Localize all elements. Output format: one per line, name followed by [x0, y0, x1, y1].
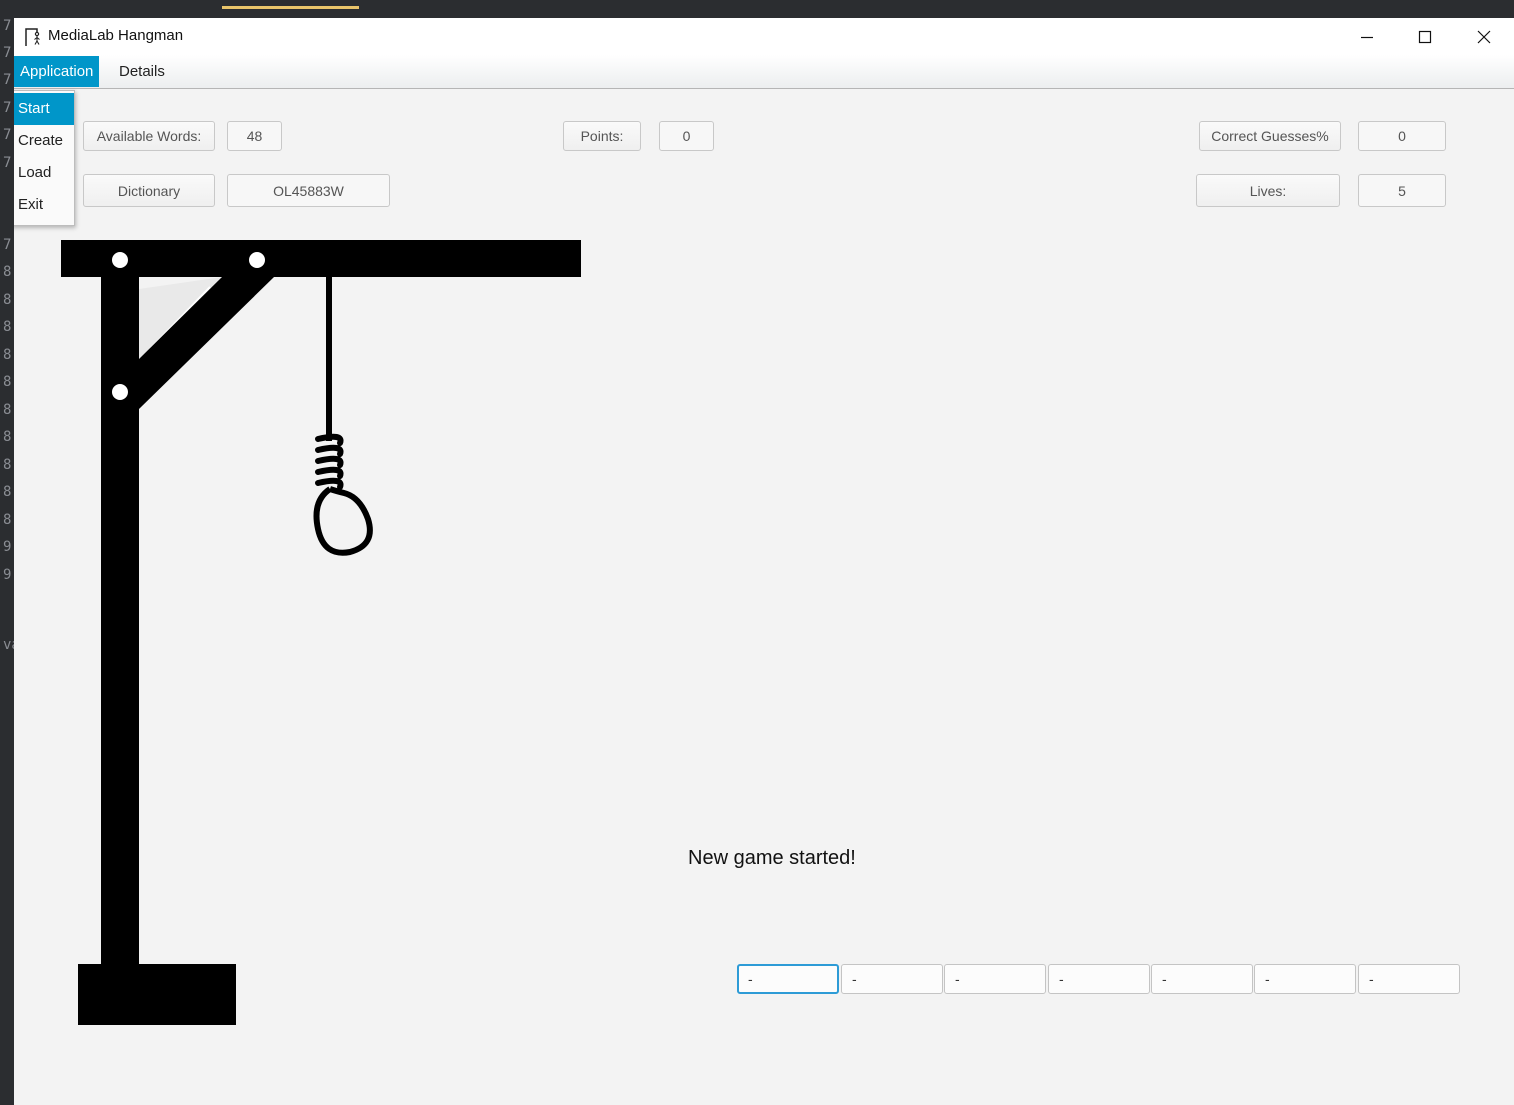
gutter-number: 8 [3, 512, 12, 528]
game-status-message: New game started! [688, 847, 856, 869]
gutter-number: 8 [3, 429, 12, 445]
gutter-number: 8 [3, 402, 12, 418]
hangman-icon [25, 28, 40, 46]
points-label: Points: [563, 121, 641, 151]
points-value: 0 [659, 121, 714, 151]
gutter-number: 8 [3, 319, 12, 335]
gallows-top-beam [61, 240, 581, 277]
gutter-number: 7 [3, 127, 12, 143]
gutter-number: 8 [3, 457, 12, 473]
dictionary-value: OL45883W [227, 174, 390, 207]
ide-background-tabbar [0, 0, 1514, 18]
noose-loop [313, 486, 373, 556]
gutter-number: 9 [3, 567, 12, 583]
application-menu-dropdown: Start Create Load Exit [14, 90, 75, 226]
menu-item-load[interactable]: Load [14, 157, 74, 189]
lives-value: 5 [1358, 174, 1446, 207]
close-button[interactable] [1455, 18, 1513, 55]
gallows-bolt [112, 384, 128, 400]
gutter-number: 9 [3, 539, 12, 555]
gutter-number: 8 [3, 484, 12, 500]
word-letter-slot[interactable]: - [737, 964, 839, 994]
ide-active-tab-indicator [222, 6, 359, 9]
maximize-button[interactable] [1396, 18, 1454, 55]
gutter-number: 7 [3, 72, 12, 88]
correct-guesses-value: 0 [1358, 121, 1446, 151]
menu-item-exit[interactable]: Exit [14, 189, 74, 221]
available-words-value: 48 [227, 121, 282, 151]
title-bar[interactable]: MediaLab Hangman [14, 18, 1514, 55]
ide-line-gutter: 7 7 7 7 7 7 7 8 8 8 8 8 8 8 8 8 8 9 9 va [0, 18, 20, 1105]
gallows-base [78, 964, 236, 1025]
minimize-button[interactable] [1338, 18, 1396, 55]
word-letter-slot[interactable]: - [1048, 964, 1150, 994]
gallows-bolt [249, 252, 265, 268]
lives-label: Lives: [1196, 174, 1340, 207]
correct-guesses-label: Correct Guesses% [1199, 121, 1341, 151]
gutter-number: 7 [3, 155, 12, 171]
gutter-number: 7 [3, 100, 12, 116]
noose-coil [315, 433, 344, 490]
gutter-number: 7 [3, 18, 12, 34]
word-letter-slot[interactable]: - [944, 964, 1046, 994]
gutter-number: 8 [3, 374, 12, 390]
hangman-window: MediaLab Hangman Application Details Sta… [14, 18, 1514, 1105]
gutter-number: 8 [3, 347, 12, 363]
dictionary-label: Dictionary [83, 174, 215, 207]
word-letter-slot[interactable]: - [1151, 964, 1253, 994]
minimize-icon [1361, 36, 1373, 38]
word-letter-slot[interactable]: - [841, 964, 943, 994]
close-icon [1477, 30, 1491, 43]
gallows-post [101, 277, 139, 965]
available-words-label: Available Words: [83, 121, 215, 151]
maximize-icon [1418, 30, 1432, 43]
menu-application[interactable]: Application [14, 56, 100, 87]
word-letter-slot[interactable]: - [1358, 964, 1460, 994]
menu-item-start[interactable]: Start [14, 93, 74, 125]
gallows-bolt [112, 252, 128, 268]
word-letter-slot[interactable]: - [1254, 964, 1356, 994]
menu-item-create[interactable]: Create [14, 125, 74, 157]
gutter-number: 7 [3, 45, 12, 61]
menu-details[interactable]: Details [113, 56, 171, 87]
menu-bar: Application Details [14, 55, 1514, 89]
gutter-number: 8 [3, 264, 12, 280]
gallows-image [61, 240, 581, 1025]
gutter-number: 8 [3, 292, 12, 308]
gutter-number: 7 [3, 237, 12, 253]
window-title: MediaLab Hangman [48, 27, 184, 44]
